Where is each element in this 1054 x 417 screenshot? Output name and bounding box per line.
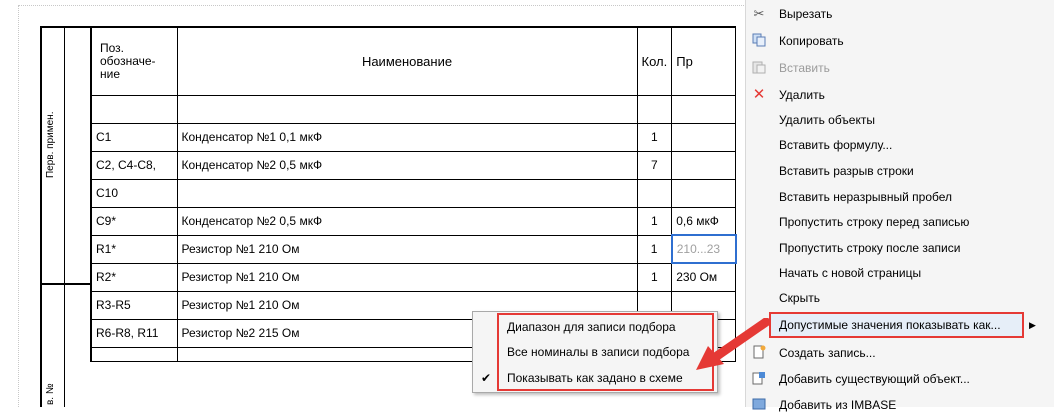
cell-note-selected[interactable]: 210...23 (670, 234, 737, 264)
menu-item-hide[interactable]: Скрыть (746, 286, 1051, 310)
copy-icon (751, 33, 767, 49)
side-strip-inner-line (64, 26, 65, 407)
menu-item-allowed-values[interactable]: Допустимые значения показывать как... (769, 312, 1024, 338)
table-row[interactable]: C2, C4-C8, Конденсатор №2 0,5 мкФ 7 (90, 150, 737, 180)
cell-name[interactable]: Резистор №1 210 Ом (176, 234, 638, 264)
cell-qty[interactable]: 1 (636, 206, 673, 236)
imbase-icon (751, 397, 767, 413)
side-strip-outer-line (40, 26, 42, 407)
menu-item-label: Пропустить строку после записи (779, 241, 961, 255)
cell-pos[interactable]: C10 (90, 178, 178, 208)
header-qty: Кол. (636, 26, 673, 96)
menu-item-delete[interactable]: ✕ Удалить (746, 83, 1051, 107)
menu-item-insert-nbsp[interactable]: Вставить неразрывный пробел (746, 185, 1051, 209)
menu-item-label: Копировать (779, 34, 844, 48)
menu-item-add-existing[interactable]: Добавить существующий объект... (746, 367, 1051, 391)
annotation-arrow-icon (696, 318, 770, 370)
paste-icon (751, 60, 767, 76)
table-header-row: Поз. обозначе- ние Наименование Кол. Пр (90, 26, 737, 96)
cell-qty[interactable]: 1 (636, 262, 673, 292)
cell-pos[interactable]: C2, C4-C8, (90, 150, 178, 180)
side-strip-separator (40, 283, 90, 285)
menu-item-label: Добавить из IMBASE (779, 398, 897, 412)
menu-item-skip-before[interactable]: Пропустить строку перед записью (746, 210, 1051, 234)
delete-x-icon: ✕ (752, 86, 766, 103)
cell-note[interactable] (671, 178, 737, 208)
scissors-icon: ✂ (753, 6, 765, 21)
menu-item-insert-line-break[interactable]: Вставить разрыв строки (746, 159, 1051, 183)
menu-item-paste[interactable]: Вставить (746, 56, 1051, 80)
sheet-border-top (18, 5, 758, 6)
submenu-highlight-frame (497, 313, 714, 391)
menu-item-copy[interactable]: Копировать (746, 29, 1051, 53)
header-pos-line: ние (100, 66, 121, 81)
cell-name[interactable] (176, 178, 638, 208)
table-row[interactable]: R1* Резистор №1 210 Ом 1 210...23 (90, 234, 737, 264)
cell-note[interactable] (671, 94, 737, 124)
menu-item-label: Создать запись... (779, 346, 876, 360)
sheet-border-left (18, 5, 19, 407)
cell-qty[interactable]: 1 (636, 122, 673, 152)
menu-item-add-imbase[interactable]: Добавить из IMBASE (746, 393, 1051, 417)
menu-item-cut[interactable]: ✂ Вырезать (746, 2, 1051, 26)
cell-qty[interactable] (636, 94, 673, 124)
table-row[interactable]: C9* Конденсатор №2 0,5 мкФ 1 0,6 мкФ (90, 206, 737, 236)
header-pos-designation: Поз. обозначе- ние (90, 26, 178, 96)
cell-name[interactable] (176, 94, 638, 124)
checkmark-icon: ✔ (481, 371, 492, 385)
menu-item-label: Начать с новой страницы (779, 266, 922, 280)
menu-item-label: Добавить существующий объект... (779, 372, 970, 386)
table-row[interactable]: R2* Резистор №1 210 Ом 1 230 Ом (90, 262, 737, 292)
cell-note[interactable] (671, 150, 737, 180)
menu-item-label: Пропустить строку перед записью (779, 215, 970, 229)
side-strip-top-line (40, 26, 90, 28)
cell-pos[interactable]: C9* (90, 206, 178, 236)
menu-item-label: Вставить неразрывный пробел (779, 190, 953, 204)
menu-item-label: Скрыть (779, 291, 820, 305)
menu-item-label: Вставить разрыв строки (779, 164, 914, 178)
cell-name[interactable]: Конденсатор №1 0,1 мкФ (176, 122, 638, 152)
cell-name[interactable]: Резистор №1 210 Ом (176, 262, 638, 292)
menu-item-insert-formula[interactable]: Вставить формулу... (746, 133, 1051, 157)
cell-note[interactable]: 230 Ом (671, 262, 737, 292)
menu-item-create-record[interactable]: Создать запись... (746, 341, 1051, 365)
header-pos-line: Поз. (100, 40, 124, 55)
table-row[interactable] (90, 94, 737, 124)
cell-pos[interactable]: R3-R5 (90, 290, 178, 320)
cell-name[interactable]: Конденсатор №2 0,5 мкФ (176, 150, 638, 180)
cell-note[interactable]: 0,6 мкФ (671, 206, 737, 236)
header-pos-line: обозначе- (100, 53, 156, 68)
table-row[interactable]: C10 (90, 178, 737, 208)
header-note: Пр (671, 26, 737, 96)
cell-qty[interactable]: 7 (636, 150, 673, 180)
cell-pos[interactable] (90, 346, 178, 362)
header-name: Наименование (176, 26, 638, 96)
cell-pos[interactable]: C1 (90, 122, 178, 152)
menu-item-new-page[interactable]: Начать с новой страницы (746, 261, 1051, 285)
cell-name[interactable]: Конденсатор №2 0,5 мкФ (176, 206, 638, 236)
inv-number-label: в. № (45, 383, 56, 405)
cell-note[interactable] (671, 122, 737, 152)
menu-item-label: Удалить (779, 88, 825, 102)
cell-pos[interactable]: R1* (90, 234, 178, 264)
menu-item-skip-after[interactable]: Пропустить строку после записи (746, 236, 1051, 260)
table-row[interactable]: C1 Конденсатор №1 0,1 мкФ 1 (90, 122, 737, 152)
menu-item-delete-objects[interactable]: Удалить объекты (746, 108, 1051, 132)
cell-qty[interactable] (636, 178, 673, 208)
menu-item-label: Вырезать (779, 7, 833, 21)
first-use-label: Перв. примен. (45, 111, 56, 178)
submenu-arrow-icon: ▶ (1029, 320, 1036, 330)
menu-item-label: Удалить объекты (779, 113, 875, 127)
cell-pos[interactable]: R2* (90, 262, 178, 292)
cell-pos[interactable]: R6-R8, R11 (90, 318, 178, 348)
menu-item-label: Допустимые значения показывать как... (779, 318, 1001, 332)
menu-item-label: Вставить (779, 61, 830, 75)
cell-qty[interactable]: 1 (636, 234, 673, 264)
cell-pos[interactable] (90, 94, 178, 124)
menu-item-label: Вставить формулу... (779, 138, 893, 152)
context-menu: ✂ Вырезать Копировать Вставить ✕ Удалить… (745, 0, 1054, 412)
